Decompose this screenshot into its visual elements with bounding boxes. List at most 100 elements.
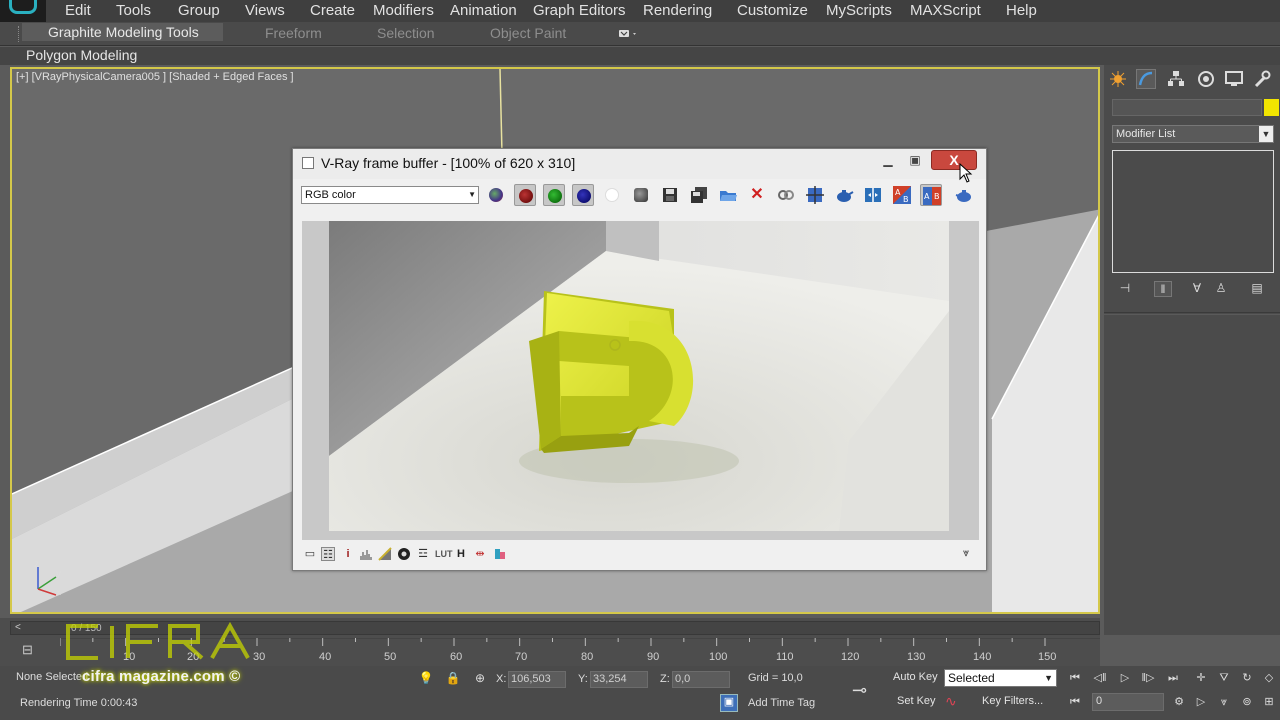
previous-frame-icon[interactable]: ◁‖: [1089, 669, 1111, 687]
clear-icon[interactable]: ✕: [746, 184, 768, 206]
mono-icon[interactable]: [630, 184, 652, 206]
remove-modifier-icon[interactable]: ♙: [1212, 281, 1230, 297]
histogram-icon[interactable]: [359, 547, 373, 561]
alpha-channel-icon[interactable]: [601, 184, 623, 206]
maximize-icon[interactable]: ▣: [902, 151, 928, 169]
display-color-icon[interactable]: ▭: [303, 547, 317, 561]
arc-rotate-icon[interactable]: ⊚: [1236, 693, 1258, 711]
menu-graph-editors[interactable]: Graph Editors: [533, 2, 626, 19]
make-unique-icon[interactable]: ∀: [1188, 281, 1206, 297]
modify-icon[interactable]: [1136, 69, 1156, 89]
zoom-icon[interactable]: ✛: [1190, 669, 1212, 687]
hierarchy-icon[interactable]: [1166, 69, 1186, 89]
tab-freeform[interactable]: Freeform: [265, 25, 322, 41]
tab-object-paint[interactable]: Object Paint: [490, 25, 566, 41]
render-last-icon[interactable]: [833, 184, 855, 206]
play-icon[interactable]: ▷: [1114, 669, 1136, 687]
set-key-button[interactable]: Set Key: [897, 695, 936, 707]
region-render-icon[interactable]: [804, 184, 826, 206]
pan-view-icon[interactable]: ▷: [1190, 693, 1212, 711]
maximize-viewport-icon[interactable]: ⊞: [1258, 693, 1280, 711]
hsv-icon[interactable]: H: [454, 547, 468, 561]
tab-selection[interactable]: Selection: [377, 25, 435, 41]
current-frame-field[interactable]: 0: [1092, 693, 1164, 711]
menu-group[interactable]: Group: [178, 2, 220, 19]
vray-frame-buffer-window[interactable]: V-Ray frame buffer - [100% of 620 x 310]…: [292, 148, 987, 571]
absolute-mode-icon[interactable]: ⊕: [472, 671, 488, 687]
ab-compare-icon[interactable]: AB: [891, 184, 913, 206]
render-channel-select[interactable]: RGB color ▼: [301, 186, 479, 204]
selection-lock-icon[interactable]: 🔒: [445, 671, 461, 687]
srgb-icon[interactable]: ⇹: [473, 547, 487, 561]
curve-icon[interactable]: ☲: [416, 547, 430, 561]
zoom-all-icon[interactable]: ⛛: [1213, 669, 1235, 687]
menu-help[interactable]: Help: [1006, 2, 1037, 19]
next-frame-icon[interactable]: ‖▷: [1137, 669, 1159, 687]
vfb-image-area[interactable]: [302, 221, 979, 540]
save-all-icon[interactable]: [688, 184, 710, 206]
info-icon[interactable]: i: [341, 547, 355, 561]
add-time-tag-button[interactable]: Add Time Tag: [748, 697, 815, 709]
menu-create[interactable]: Create: [310, 2, 355, 19]
orbit-icon[interactable]: ↻: [1236, 669, 1258, 687]
ribbon-options-icon[interactable]: [618, 27, 640, 41]
vfb-title-bar[interactable]: V-Ray frame buffer - [100% of 620 x 310]…: [293, 149, 986, 183]
menu-myscripts[interactable]: MyScripts: [826, 2, 892, 19]
polygon-modeling-label[interactable]: Polygon Modeling: [26, 47, 137, 63]
menu-maxscript[interactable]: MAXScript: [910, 2, 981, 19]
app-logo-icon[interactable]: [0, 0, 46, 22]
render-teapot-icon[interactable]: [953, 184, 975, 206]
load-icon[interactable]: [717, 184, 739, 206]
link-icon[interactable]: [775, 184, 797, 206]
create-icon[interactable]: [1108, 69, 1128, 89]
levels-icon[interactable]: [378, 547, 392, 561]
ocio-icon[interactable]: [493, 547, 507, 561]
z-coordinate-field[interactable]: 0,0: [672, 671, 730, 688]
menu-modifiers[interactable]: Modifiers: [373, 2, 434, 19]
key-mode-toggle-icon[interactable]: ⏮: [1064, 693, 1086, 711]
green-channel-icon[interactable]: [543, 184, 565, 206]
x-coordinate-field[interactable]: 106,503: [508, 671, 566, 688]
menu-views[interactable]: Views: [245, 2, 285, 19]
viewport-label[interactable]: [+] [VRayPhysicalCamera005 ] [Shaded + E…: [16, 71, 294, 83]
lut-icon[interactable]: LUT: [435, 547, 453, 561]
lut-list-icon[interactable]: ☷: [321, 547, 335, 561]
save-icon[interactable]: [659, 184, 681, 206]
ribbon-grip-handle[interactable]: [18, 26, 21, 42]
menu-tools[interactable]: Tools: [116, 2, 151, 19]
color-channels-icon[interactable]: [485, 184, 507, 206]
modifier-list-dropdown[interactable]: Modifier List ▼: [1112, 125, 1274, 143]
go-to-start-icon[interactable]: ⏮: [1064, 669, 1086, 687]
field-of-view-icon[interactable]: ◇: [1258, 669, 1280, 687]
menu-customize[interactable]: Customize: [737, 2, 808, 19]
utilities-icon[interactable]: [1252, 69, 1272, 89]
time-tag-icon[interactable]: ▣: [720, 694, 738, 712]
default-tangents-icon[interactable]: ∿: [945, 693, 965, 711]
compare-icon[interactable]: [862, 184, 884, 206]
menu-animation[interactable]: Animation: [450, 2, 517, 19]
set-keys-icon[interactable]: ⊸: [852, 680, 880, 700]
pin-stack-icon[interactable]: ⊣: [1116, 281, 1134, 297]
slider-left-arrow-icon[interactable]: <: [15, 622, 21, 633]
red-channel-icon[interactable]: [514, 184, 536, 206]
display-icon[interactable]: [1224, 69, 1244, 89]
blue-channel-icon[interactable]: [572, 184, 594, 206]
walk-through-icon[interactable]: ⩔: [1213, 693, 1235, 711]
exposure-icon[interactable]: [397, 547, 411, 561]
tab-graphite-modeling-tools[interactable]: Graphite Modeling Tools: [22, 23, 223, 41]
key-mode-select[interactable]: Selected ▼: [944, 669, 1057, 687]
expand-panel-icon[interactable]: ⩔: [963, 547, 977, 561]
menu-rendering[interactable]: Rendering: [643, 2, 712, 19]
motion-icon[interactable]: [1196, 69, 1216, 89]
minimize-icon[interactable]: ▁: [875, 151, 901, 169]
time-configuration-icon[interactable]: ⚙: [1168, 693, 1190, 711]
auto-key-button[interactable]: Auto Key: [893, 671, 938, 683]
object-name-field[interactable]: [1112, 99, 1262, 116]
y-coordinate-field[interactable]: 33,254: [590, 671, 648, 688]
key-filters-button[interactable]: Key Filters...: [982, 695, 1043, 707]
object-color-swatch[interactable]: [1264, 99, 1279, 116]
go-to-end-icon[interactable]: ⏭: [1162, 669, 1184, 687]
modifier-stack[interactable]: [1112, 150, 1274, 273]
isolate-selection-icon[interactable]: 💡: [418, 671, 434, 687]
configure-modifier-sets-icon[interactable]: ▤: [1248, 281, 1266, 297]
